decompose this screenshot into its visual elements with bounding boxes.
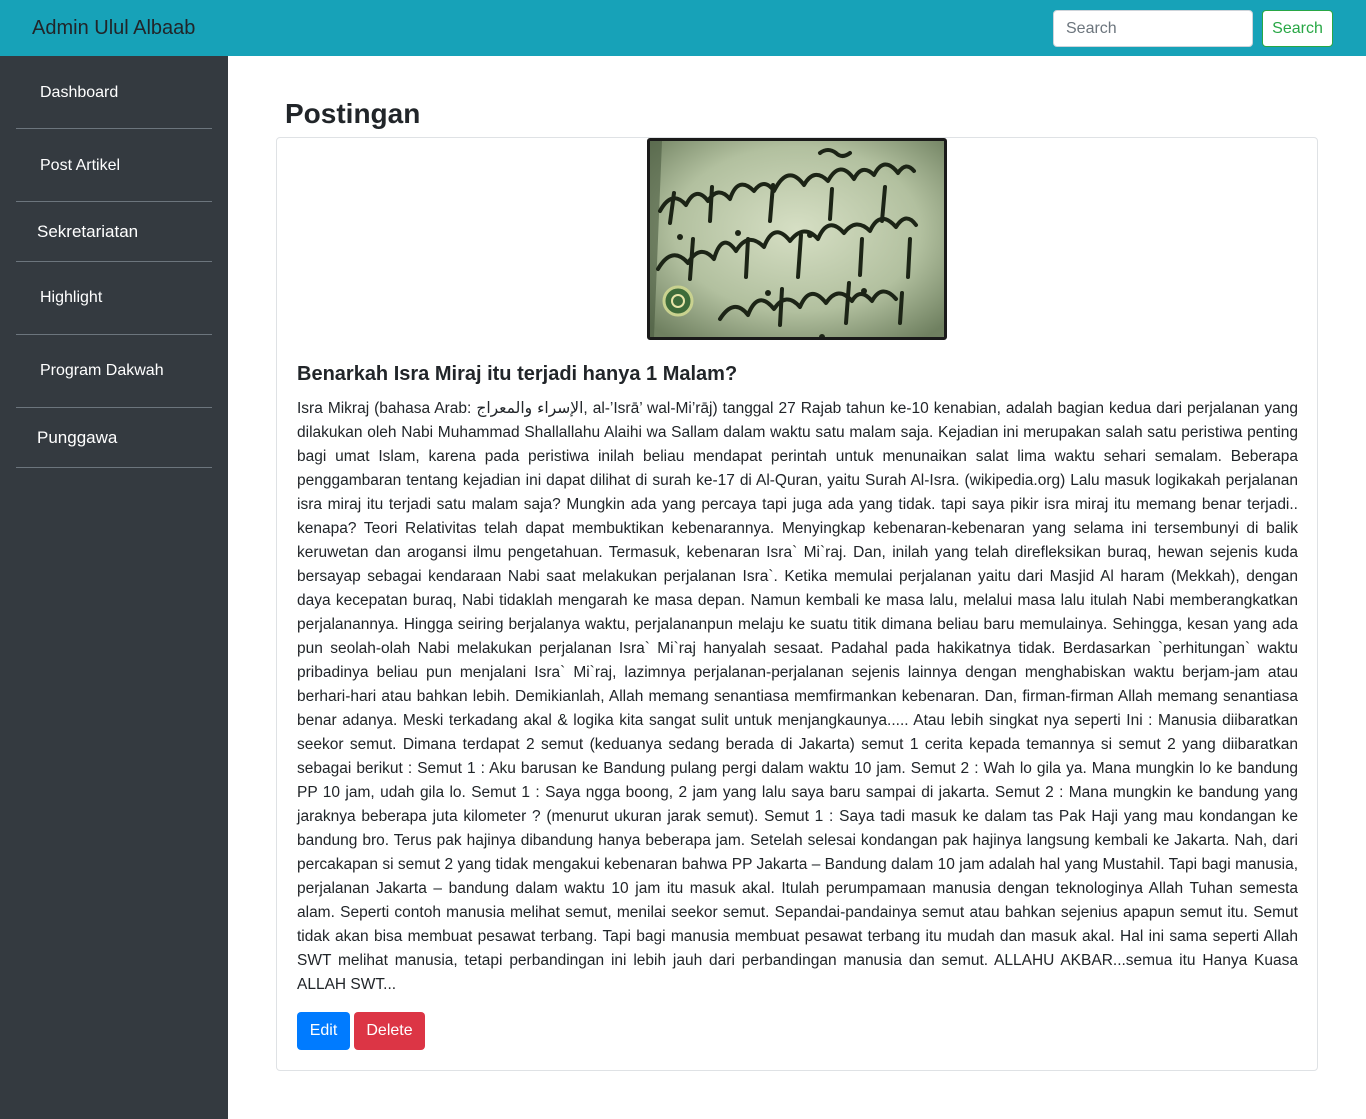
sidebar-item-highlight[interactable]: Highlight (16, 262, 212, 335)
search-input[interactable] (1053, 10, 1253, 47)
post-body: Isra Mikraj (bahasa Arab: الإسراء والمعر… (297, 400, 1299, 993)
sidebar-item-post-artikel[interactable]: Post Artikel (16, 129, 212, 202)
post-card: Benarkah Isra Miraj itu terjadi hanya 1 … (276, 137, 1318, 1071)
sidebar-item-label: Program Dakwah (40, 362, 164, 379)
sidebar-item-punggawa[interactable]: Punggawa (16, 408, 212, 468)
post-title: Benarkah Isra Miraj itu terjadi hanya 1 … (297, 363, 738, 385)
edit-button[interactable]: Edit (297, 1012, 350, 1050)
sidebar-item-label: Sekretariatan (37, 222, 139, 241)
brand-link[interactable]: Admin Ulul Albaab (32, 16, 195, 40)
sidebar-item-sekretariatan[interactable]: Sekretariatan (16, 202, 212, 262)
top-navbar: Admin Ulul Albaab Search (0, 0, 1366, 56)
delete-button[interactable]: Delete (354, 1012, 425, 1050)
sidebar-item-dashboard[interactable]: Dashboard (16, 56, 212, 129)
sidebar-item-program-dakwah[interactable]: Program Dakwah (16, 335, 212, 408)
page-title: Postingan (285, 98, 421, 129)
sidebar-item-label: Dashboard (40, 84, 119, 101)
sidebar-item-label: Highlight (40, 289, 103, 306)
sidebar: Dashboard Post Artikel Sekretariatan Hig… (0, 56, 228, 1119)
sidebar-item-label: Punggawa (37, 428, 118, 447)
search-button[interactable]: Search (1262, 10, 1333, 47)
post-image (647, 138, 947, 340)
sidebar-item-label: Post Artikel (40, 157, 121, 174)
